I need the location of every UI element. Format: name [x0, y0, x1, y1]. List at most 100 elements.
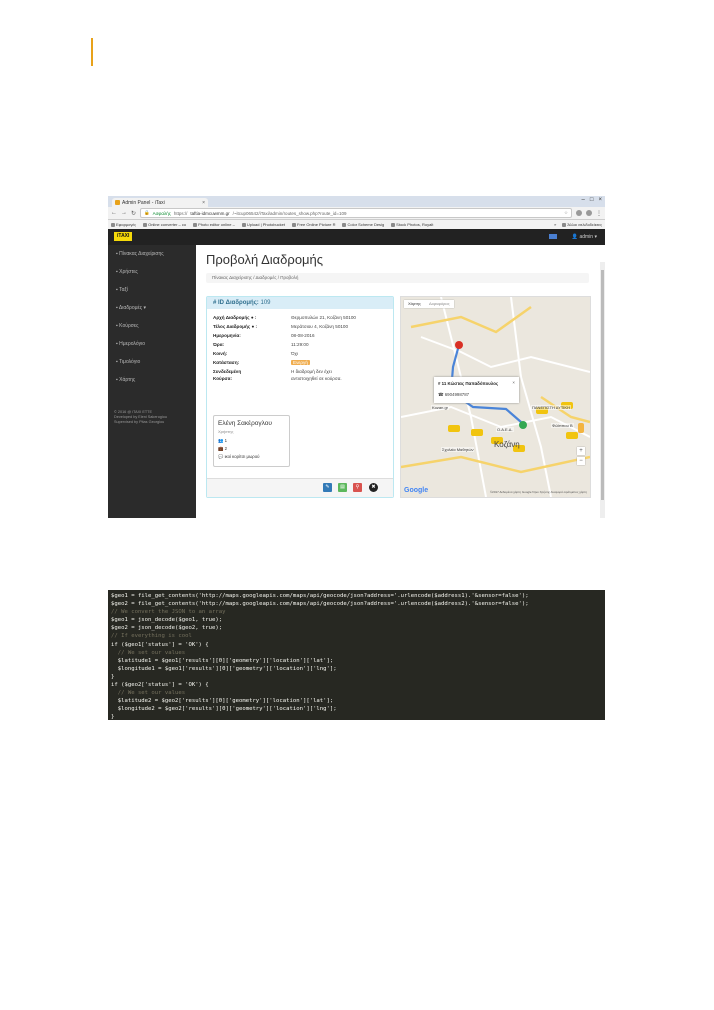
sidebar-item-dashboard[interactable]: ▪ Πίνακας Διαχείρισης	[108, 245, 196, 263]
bookmark-item[interactable]: Upload | Photobucket	[241, 222, 285, 227]
driver-info-value: 1	[224, 438, 227, 443]
page-scrollbar[interactable]	[600, 262, 605, 518]
reload-icon[interactable]: ↻	[131, 210, 136, 217]
driver-card: Ελένη Σακέρογλου Χρήστης 👥 1 💼 2 💬 ικοί …	[213, 415, 290, 467]
address-bar-row: ← → ↻ 🔒 Ασφαλής https://taftia-idmcuwmm.…	[108, 207, 605, 220]
url-path: /~itcup06542/iTaxi/admin/routes_show.php…	[232, 210, 347, 216]
calendar-button[interactable]: ▤	[338, 483, 347, 492]
bookmark-item[interactable]: Free Online Picture R	[292, 222, 335, 227]
user-menu[interactable]: 👤 admin ▾	[572, 234, 597, 240]
info-close-icon[interactable]: ×	[512, 380, 515, 385]
tab-close-icon[interactable]: ×	[202, 200, 205, 206]
code-line: $geo2 = json_decode($geo2, true);	[111, 625, 223, 632]
footer-line: Supervised by Pitas Georgiou	[114, 420, 165, 424]
code-comment: // We set our values	[111, 690, 186, 697]
maximize-button[interactable]: □	[590, 197, 594, 203]
language-flag-icon[interactable]	[549, 234, 557, 239]
bookmark-star-icon[interactable]: ☆	[564, 210, 568, 216]
code-line: $latitude2 = $geo2['results'][0]['geomet…	[111, 698, 334, 705]
detail-key: Συνδεδεμένη	[213, 369, 242, 374]
main-content: Προβολή Διαδρομής Πίνακας Διαχείρισης / …	[196, 245, 605, 518]
top-navbar: iTAXI 👤 admin ▾	[108, 229, 605, 245]
detail-key: Κατάσταση:	[213, 360, 240, 365]
admin-app: iTAXI 👤 admin ▾ ▪ Πίνακας Διαχείρισης ▪ …	[108, 229, 605, 518]
route-map[interactable]: Χάρτης Δορυφόρος # 11 Κώστας Παπαδόπουλο…	[400, 296, 591, 498]
back-icon[interactable]: ←	[111, 210, 117, 216]
code-line: $latitude1 = $geo1['results'][0]['geomet…	[111, 657, 334, 664]
window-controls: – □ ×	[582, 197, 602, 203]
sidebar-item-rides[interactable]: ▪ Κούρσες	[108, 317, 196, 335]
bookmark-item[interactable]: Color Scheme Desig	[342, 222, 384, 227]
extension-icon[interactable]	[576, 210, 582, 216]
forward-icon[interactable]: →	[121, 210, 127, 216]
bookmark-icon	[241, 222, 246, 227]
breadcrumb[interactable]: Πίνακας Διαχείρισης / Διαδρομές / Προβολ…	[206, 273, 589, 283]
bookmarks-more-button[interactable]: »	[554, 222, 556, 227]
detail-value: Θερμοπυλών 21, Κοζάνη 50100	[291, 315, 356, 320]
margin-marker	[91, 38, 93, 66]
user-name: admin	[579, 234, 594, 240]
code-line: if ($geo1['status'] = 'OK') {	[111, 641, 209, 648]
sidebar-item-taxi[interactable]: ▪ Ταξί	[108, 281, 196, 299]
driver-info-value: ικοί κορίτσι μωρού	[224, 454, 260, 459]
delete-button[interactable]: ✖	[369, 483, 378, 492]
zoom-out-button[interactable]: −	[577, 457, 585, 465]
tab-satellite[interactable]: Δορυφόρος	[425, 300, 454, 308]
close-window-button[interactable]: ×	[598, 197, 602, 203]
info-phone-text: 6904998787	[444, 392, 470, 397]
bookmark-icon	[391, 222, 396, 227]
code-line: $longitude2 = $geo2['results'][0]['geome…	[111, 706, 337, 713]
other-bookmarks[interactable]: Άλλοι σελιδοδείκτες	[562, 222, 602, 227]
map-city-label: Κοζάνη	[494, 440, 520, 449]
tab-title: Admin Panel - iTaxi	[122, 199, 165, 206]
bookmark-item[interactable]: Εφαρμογές	[111, 222, 136, 227]
menu-icon[interactable]: ⋮	[596, 210, 602, 217]
bookmark-item[interactable]: Photo editor online –	[193, 222, 235, 227]
url-prefix: https://	[173, 210, 188, 216]
detail-value: 08-08-2016	[291, 333, 315, 338]
sidebar-item-users[interactable]: ▪ Χρήστες	[108, 263, 196, 281]
scrollbar-thumb[interactable]	[601, 270, 604, 500]
sidebar-item-label: Χάρτης	[119, 377, 136, 383]
apps-icon	[111, 222, 115, 227]
sidebar-item-label: Πίνακας Διαχείρισης	[119, 251, 164, 257]
zoom-in-button[interactable]: +	[577, 447, 585, 455]
route-details-panel: # ID Διαδρομής: 109 Αρχή Διαδρομής ● : Θε…	[206, 296, 394, 498]
bookmark-label: Photo editor online –	[198, 222, 235, 227]
bookmark-icon	[193, 222, 198, 227]
map-attribution: ©2017 Δεδομένα χάρτη Google Όροι Χρήσης …	[489, 490, 587, 494]
sidebar-item-label: Ημερολόγιο	[119, 341, 146, 347]
driver-name: Ελένη Σακέρογλου	[218, 420, 272, 427]
code-line: $geo1 = json_decode($geo1, true);	[111, 617, 223, 624]
code-comment: // We set our values	[111, 649, 186, 656]
street-view-icon[interactable]	[578, 423, 584, 433]
folder-icon	[562, 222, 567, 227]
code-line: }	[111, 673, 115, 680]
detail-key: Κούρσα:	[213, 376, 233, 381]
url-input[interactable]: 🔒 Ασφαλής https://taftia-idmcuwmm.gr/~it…	[140, 208, 572, 218]
sidebar-item-invoices[interactable]: ▪ Τιμολόγιο	[108, 353, 196, 371]
edit-button[interactable]: ✎	[323, 483, 332, 492]
sidebar-item-calendar[interactable]: ▪ Ημερολόγιο	[108, 335, 196, 353]
code-comment: // If everything is cool	[111, 633, 192, 640]
sidebar-item-routes[interactable]: ▪ Διαδρομές ▾	[108, 299, 196, 317]
bookmark-icon	[292, 222, 297, 227]
assign-button[interactable]: ⚲	[353, 483, 362, 492]
extension-icon[interactable]	[586, 210, 592, 216]
panel-footer: ✎ ▤ ⚲ ✖	[207, 478, 393, 497]
code-line: }	[111, 714, 115, 720]
panel-heading: # ID Διαδρομής: 109	[207, 297, 393, 309]
sidebar: ▪ Πίνακας Διαχείρισης ▪ Χρήστες ▪ Ταξί ▪…	[108, 245, 196, 518]
tab-map[interactable]: Χάρτης	[404, 300, 425, 308]
bookmark-item[interactable]: Online converter – co	[143, 222, 186, 227]
brand-logo[interactable]: iTAXI	[114, 232, 133, 241]
code-line: $geo2 = file_get_contents('http://maps.g…	[111, 601, 529, 608]
sidebar-item-map[interactable]: ▪ Χάρτης	[108, 371, 196, 389]
bookmark-label: Online converter – co	[148, 222, 187, 227]
browser-tab[interactable]: Admin Panel - iTaxi ×	[112, 198, 208, 207]
sidebar-item-label: Τιμολόγιο	[119, 359, 141, 365]
lock-icon: 🔒	[144, 210, 150, 215]
driver-info-line: 👥 1	[218, 438, 227, 444]
bookmark-item[interactable]: Stock Photos, Royalt	[391, 222, 433, 227]
minimize-button[interactable]: –	[582, 197, 585, 203]
